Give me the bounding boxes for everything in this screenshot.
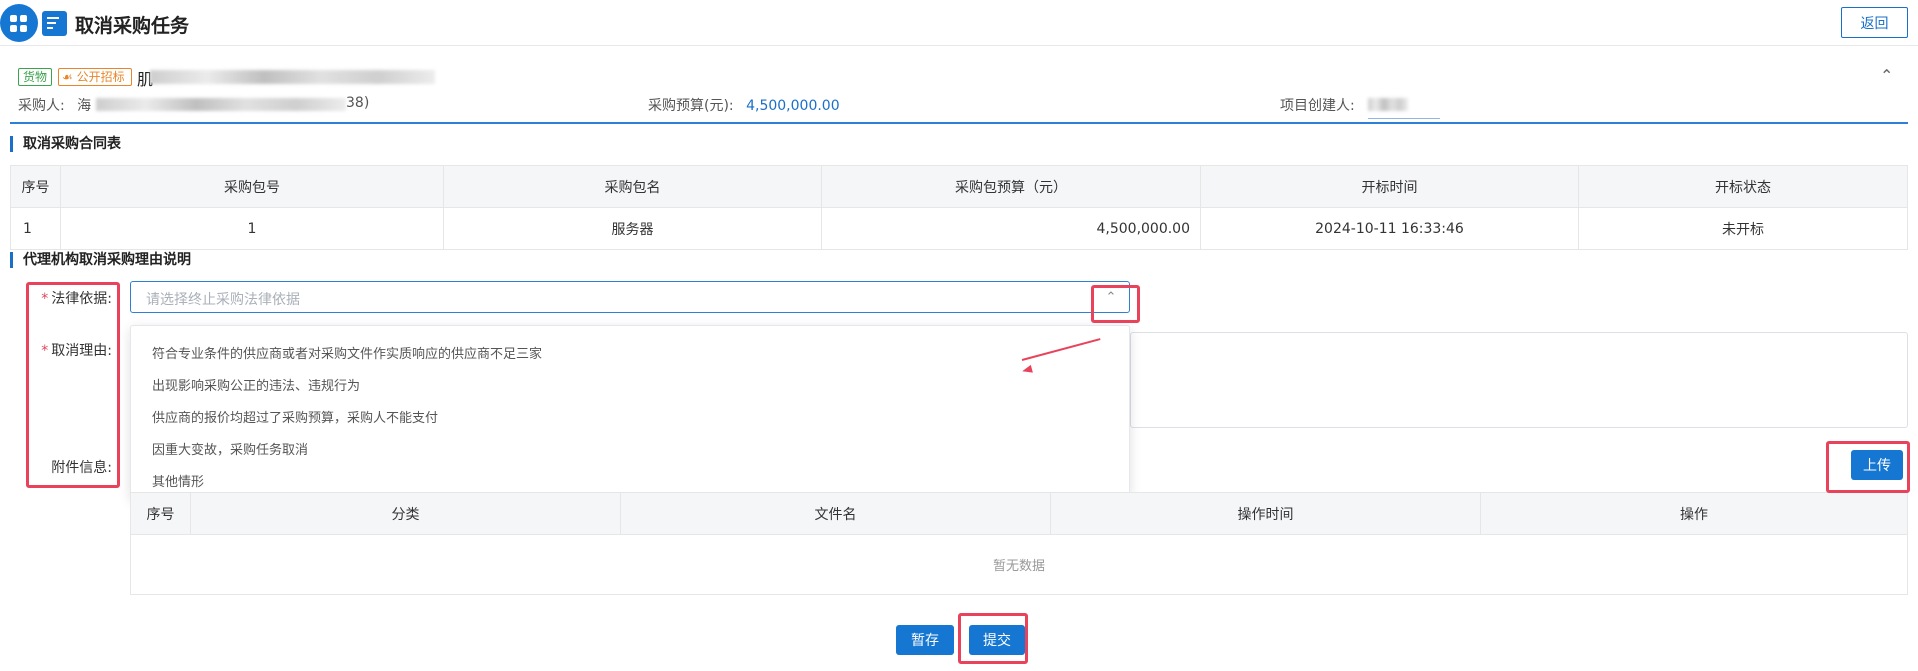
col-package-no: 采购包号 <box>60 165 444 208</box>
save-draft-button[interactable]: 暂存 <box>896 625 954 655</box>
col-open-time: 开标时间 <box>1200 165 1579 208</box>
cancel-reason-textarea[interactable] <box>1130 332 1908 428</box>
dropdown-option[interactable]: 出现影响采购公正的违法、违规行为 <box>152 375 360 394</box>
purchaser-label: 采购人: <box>18 98 65 114</box>
reason-section-title: 代理机构取消采购理由说明 <box>10 252 191 268</box>
col-operation-time: 操作时间 <box>1050 492 1481 535</box>
upload-button[interactable]: 上传 <box>1851 450 1903 480</box>
budget-label: 采购预算(元): <box>648 98 734 114</box>
col-index: 序号 <box>130 492 191 535</box>
required-mark: * <box>41 291 49 307</box>
cell-status: 未开标 <box>1578 207 1908 250</box>
page-title: 取消采购任务 <box>75 15 190 37</box>
empty-text: 暂无数据 <box>130 534 1908 595</box>
cell-budget: 4,500,000.00 <box>821 207 1201 250</box>
legal-basis-dropdown: 符合专业条件的供应商或者对采购文件作实质响应的供应商不足三家 出现影响采购公正的… <box>130 325 1130 499</box>
cell-package-name: 服务器 <box>443 207 822 250</box>
col-package-name: 采购包名 <box>443 165 822 208</box>
dropdown-option[interactable]: 供应商的报价均超过了采购预算，采购人不能支付 <box>152 407 438 426</box>
dropdown-option[interactable]: 其他情形 <box>152 471 204 490</box>
dropdown-option[interactable]: 符合专业条件的供应商或者对采购文件作实质响应的供应商不足三家 <box>152 343 542 362</box>
purchaser-prefix: 海 <box>77 98 92 114</box>
legal-basis-label-text: 法律依据: <box>51 291 112 307</box>
col-category: 分类 <box>190 492 621 535</box>
bid-method-tag: ☙ 公开招标 <box>58 68 132 86</box>
project-name-redacted <box>150 70 435 84</box>
cell-package-no: 1 <box>60 207 444 250</box>
legal-basis-label: * 法律依据: <box>22 288 112 308</box>
creator-underline <box>1368 118 1440 119</box>
col-index: 序号 <box>10 165 61 208</box>
goods-tag: 货物 <box>18 68 52 86</box>
submit-button[interactable]: 提交 <box>969 625 1025 655</box>
col-package-budget: 采购包预算（元） <box>821 165 1201 208</box>
cancel-reason-label-text: 取消理由: <box>51 343 112 359</box>
table-row: 暂无数据 <box>130 534 1908 595</box>
required-mark: * <box>41 343 49 359</box>
bid-method-label: 公开招标 <box>76 70 125 84</box>
apps-grid-icon[interactable] <box>0 4 38 42</box>
col-filename: 文件名 <box>620 492 1051 535</box>
col-open-status: 开标状态 <box>1578 165 1908 208</box>
chevron-up-icon[interactable]: ⌃ <box>1880 66 1893 85</box>
cell-index: 1 <box>10 207 61 250</box>
attachment-table: 序号 分类 文件名 操作时间 操作 暂无数据 <box>130 492 1908 595</box>
dropdown-option[interactable]: 因重大变故，采购任务取消 <box>152 439 308 458</box>
top-bar: 取消采购任务 返回 <box>0 0 1918 46</box>
back-button[interactable]: 返回 <box>1841 7 1908 38</box>
table-row: 1 1 服务器 4,500,000.00 2024-10-11 16:33:46… <box>10 207 1908 250</box>
contract-section-title: 取消采购合同表 <box>10 136 121 152</box>
attachment-label: 附件信息: <box>51 460 112 476</box>
legal-basis-placeholder: 请选择终止采购法律依据 <box>146 292 300 308</box>
legal-basis-select[interactable]: 请选择终止采购法律依据 ⌃ <box>130 281 1130 313</box>
col-operation: 操作 <box>1480 492 1908 535</box>
divider <box>10 122 1908 124</box>
creator-redacted <box>1368 98 1408 111</box>
purchaser-redacted <box>96 98 346 111</box>
lock-icon: ☙ <box>62 70 73 84</box>
document-edit-icon <box>42 11 67 36</box>
purchaser-info: 采购人: 海 <box>18 95 91 115</box>
table-header-row: 序号 采购包号 采购包名 采购包预算（元） 开标时间 开标状态 <box>10 165 1908 208</box>
chevron-up-icon[interactable]: ⌃ <box>1093 282 1129 312</box>
purchaser-suffix: 38) <box>346 95 370 111</box>
table-header-row: 序号 分类 文件名 操作时间 操作 <box>130 492 1908 535</box>
budget-value: 4,500,000.00 <box>746 98 840 114</box>
cancel-reason-label: * 取消理由: <box>22 340 112 360</box>
budget-info: 采购预算(元): 4,500,000.00 <box>648 95 840 115</box>
cell-open-time: 2024-10-11 16:33:46 <box>1200 207 1579 250</box>
contract-table: 序号 采购包号 采购包名 采购包预算（元） 开标时间 开标状态 1 1 服务器 … <box>10 165 1908 250</box>
creator-label: 项目创建人: <box>1280 98 1355 114</box>
